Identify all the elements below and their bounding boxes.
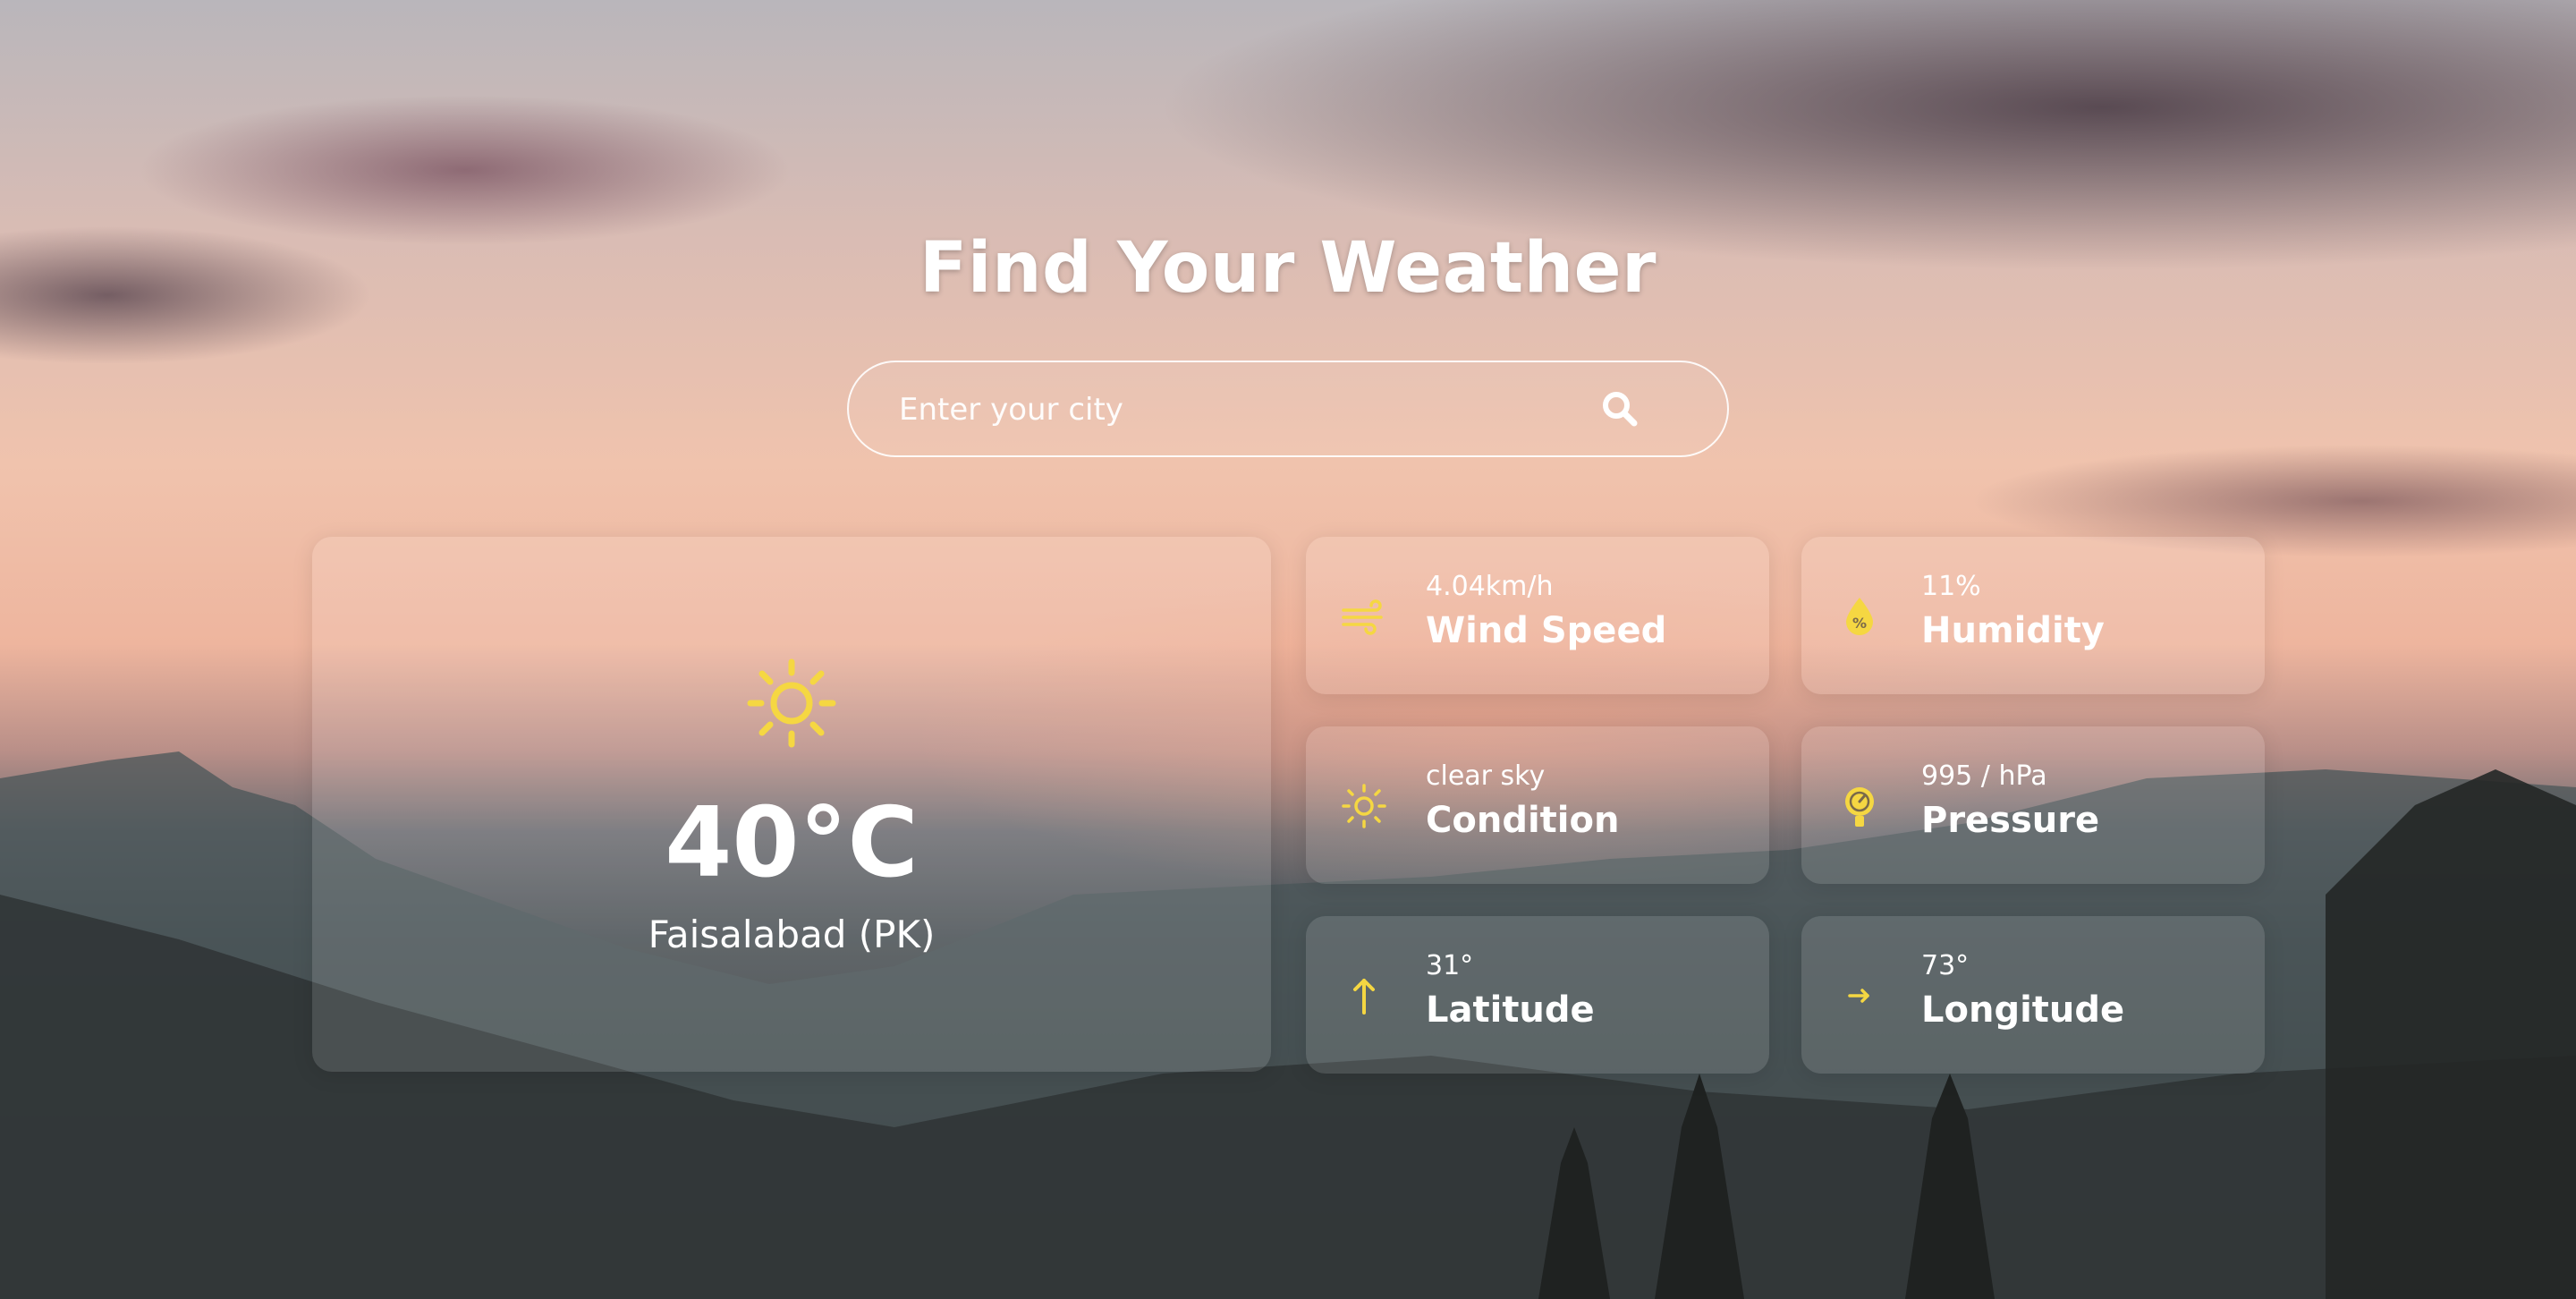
condition-value: clear sky bbox=[1426, 760, 1546, 792]
longitude-value: 73° bbox=[1921, 950, 1970, 981]
latitude-label: Latitude bbox=[1426, 989, 1595, 1031]
sun-icon bbox=[747, 658, 836, 748]
condition-card: clear sky Condition bbox=[1306, 726, 1769, 884]
humidity-card: % 11% Humidity bbox=[1801, 537, 2265, 694]
svg-text:%: % bbox=[1852, 615, 1867, 632]
wind-speed-label: Wind Speed bbox=[1426, 610, 1667, 651]
longitude-label: Longitude bbox=[1921, 989, 2125, 1031]
temperature-value: 40°C bbox=[665, 787, 919, 899]
wind-icon bbox=[1342, 599, 1383, 635]
current-weather-card: 40°C Faisalabad (PK) bbox=[312, 537, 1271, 1072]
humidity-value: 11% bbox=[1921, 571, 1981, 602]
pressure-value: 995 / hPa bbox=[1921, 760, 2047, 792]
arrow-right-icon bbox=[1848, 989, 1869, 1003]
latitude-card: 31° Latitude bbox=[1306, 916, 1769, 1074]
condition-label: Condition bbox=[1426, 800, 1620, 841]
page-title: Find Your Weather bbox=[919, 228, 1657, 309]
pressure-card: 995 / hPa Pressure bbox=[1801, 726, 2265, 884]
latitude-value: 31° bbox=[1426, 950, 1474, 981]
humidity-drop-icon: % bbox=[1846, 598, 1873, 635]
pressure-label: Pressure bbox=[1921, 800, 2100, 841]
location-name: Faisalabad (PK) bbox=[648, 913, 936, 956]
city-search-input[interactable] bbox=[897, 362, 1598, 457]
humidity-label: Humidity bbox=[1921, 610, 2105, 651]
arrow-up-icon bbox=[1353, 979, 1375, 1015]
longitude-card: 73° Longitude bbox=[1801, 916, 2265, 1074]
search-icon[interactable] bbox=[1598, 387, 1641, 430]
wind-speed-value: 4.04km/h bbox=[1426, 571, 1554, 602]
wind-speed-card: 4.04km/h Wind Speed bbox=[1306, 537, 1769, 694]
search-bar bbox=[847, 361, 1729, 457]
sun-icon bbox=[1342, 784, 1386, 828]
pressure-gauge-icon bbox=[1845, 787, 1874, 827]
